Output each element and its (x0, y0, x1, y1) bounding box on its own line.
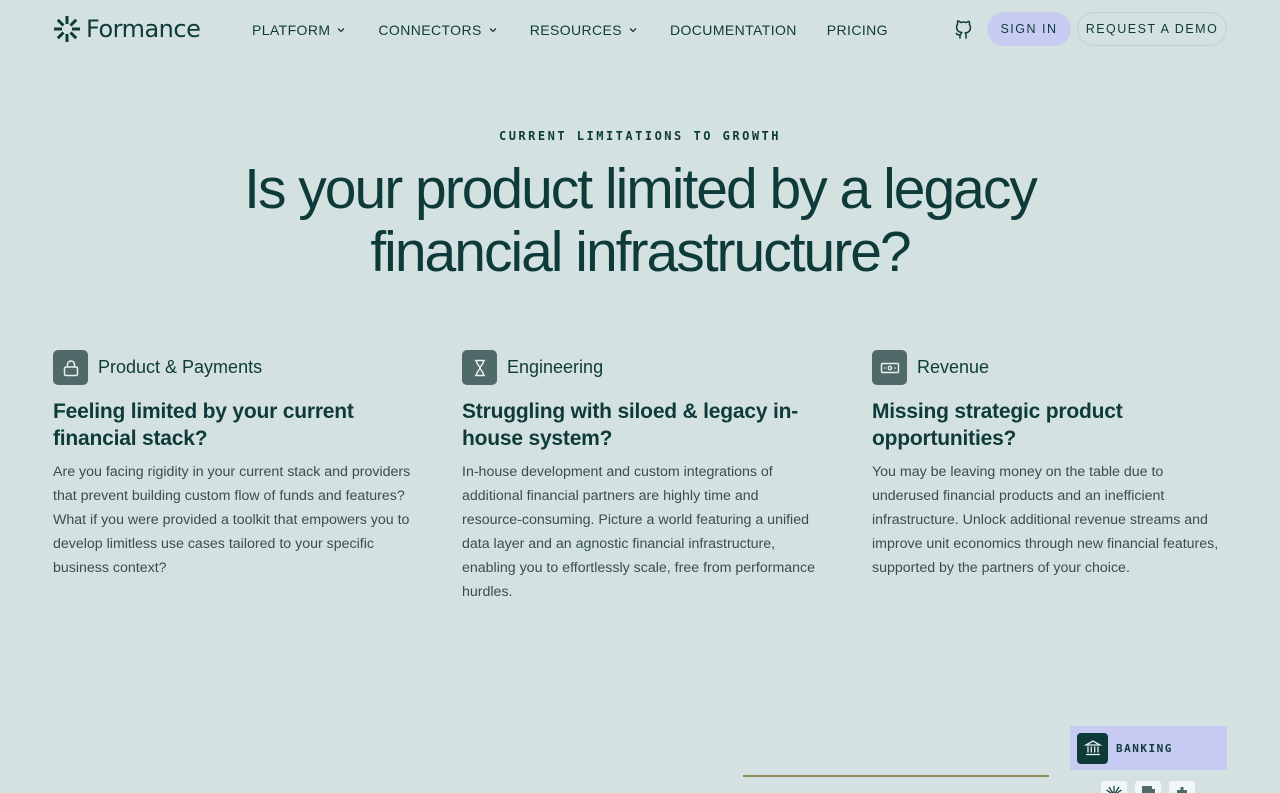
feature-column-product: Product & Payments Feeling limited by yo… (53, 350, 413, 580)
main-nav: PLATFORM CONNECTORS RESOURCES DOCUMENTAT… (252, 20, 888, 40)
feature-column-revenue: Revenue Missing strategic product opport… (872, 350, 1228, 580)
lock-icon (63, 359, 78, 376)
banknote-icon (880, 362, 899, 373)
plus-icon (1177, 787, 1187, 793)
banking-label: BANKING (1116, 741, 1173, 755)
chevron-down-icon (629, 28, 637, 33)
sunburst-icon (1106, 786, 1122, 793)
brand-logo[interactable]: Formance (53, 14, 201, 44)
feature-column-engineering: Engineering Struggling with siloed & leg… (462, 350, 822, 604)
nav-label: DOCUMENTATION (670, 22, 797, 38)
column-title: Struggling with siloed & legacy in-house… (462, 400, 799, 450)
formance-logo-icon (54, 16, 80, 42)
nav-label: PRICING (826, 22, 888, 38)
nav-label: PLATFORM (252, 22, 331, 38)
bank-icon (1083, 740, 1102, 756)
nav-item-connectors[interactable]: CONNECTORS (378, 20, 497, 40)
icon-tile (872, 350, 907, 385)
nav-label: CONNECTORS (378, 22, 482, 38)
nav-item-pricing[interactable]: PRICING (827, 20, 888, 40)
column-header: Product & Payments (53, 350, 413, 385)
github-icon[interactable] (953, 18, 973, 40)
column-header: Revenue (872, 350, 1228, 385)
column-label: Product & Payments (98, 357, 263, 377)
banking-card: BANKING (1070, 726, 1227, 770)
partner-tile (1135, 781, 1161, 793)
icon-tile (53, 350, 88, 385)
column-title: Feeling limited by your current financia… (53, 400, 354, 450)
headline-line-2: financial infrastructure? (370, 220, 911, 284)
nav-item-resources[interactable]: RESOURCES (530, 20, 638, 40)
document-icon (1142, 786, 1155, 793)
site-header: Formance PLATFORM CONNECTORS RESOURCES D… (0, 0, 1280, 60)
partner-tile (1101, 781, 1127, 793)
column-body: Are you facing rigidity in your current … (53, 464, 411, 576)
request-demo-button[interactable]: REQUEST A DEMO (1077, 12, 1227, 46)
partner-tiles (1101, 781, 1195, 793)
nav-item-documentation[interactable]: DOCUMENTATION (670, 20, 797, 40)
hourglass-icon (474, 359, 485, 376)
brand-name: Formance (86, 15, 201, 43)
column-label: Revenue (917, 357, 990, 377)
banking-icon-tile (1077, 732, 1108, 764)
partner-tile (1169, 781, 1195, 793)
icon-tile (462, 350, 497, 385)
column-title: Missing strategic product opportunities? (872, 400, 1123, 450)
column-header: Engineering (462, 350, 822, 385)
nav-item-platform[interactable]: PLATFORM (252, 20, 346, 40)
column-label: Engineering (507, 357, 604, 377)
column-body: In-house development and custom integrat… (462, 464, 816, 600)
chevron-down-icon (337, 28, 345, 33)
decorative-line (743, 775, 1049, 777)
nav-label: RESOURCES (529, 22, 622, 38)
section-eyebrow: CURRENT LIMITATIONS TO GROWTH (498, 129, 781, 143)
sign-in-button[interactable]: SIGN IN (987, 12, 1071, 46)
page-headline: Is your product limited by a legacy fina… (190, 158, 1090, 284)
column-body: You may be leaving money on the table du… (872, 464, 1219, 576)
headline-line-1: Is your product limited by a legacy (244, 157, 1038, 221)
chevron-down-icon (489, 28, 497, 33)
